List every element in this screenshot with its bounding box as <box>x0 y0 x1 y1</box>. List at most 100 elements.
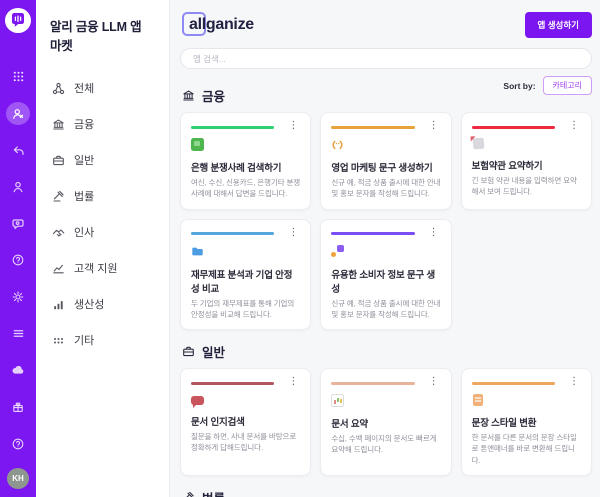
orange-doc-icon <box>473 394 483 406</box>
red-chat-icon <box>191 396 204 405</box>
help-circle-icon[interactable] <box>6 432 30 455</box>
app-card[interactable]: ⋮ 영업 마케팅 문구 생성하기 신규 예, 적금 상품 출시에 대한 안내 및… <box>320 112 451 210</box>
sidebar-item-productivity[interactable]: 생산성 <box>36 286 169 322</box>
app-card[interactable]: ⋮ 보험약관 요약하기 긴 보험 약관 내용을 입력하면 요약해서 보여 드립니… <box>461 112 592 210</box>
sidebar-item-label: 기타 <box>74 332 94 348</box>
allganize-bubble-logo-icon[interactable] <box>5 8 31 33</box>
user-icon[interactable] <box>6 176 30 199</box>
card-description: 두 기업의 재무제표를 통해 기업의 안정성을 비교해 드립니다. <box>191 298 300 321</box>
create-app-button[interactable]: 앱 생성하기 <box>525 12 592 38</box>
open-hands-icon <box>331 138 344 151</box>
briefcase-icon <box>182 345 195 358</box>
card-accent-bar <box>331 232 414 235</box>
app-rail: KH <box>0 0 36 497</box>
user-avatar[interactable]: KH <box>7 468 29 489</box>
sidebar-item-label: 금융 <box>74 116 94 132</box>
shapes-icon <box>331 245 344 258</box>
handshake-icon <box>52 226 65 239</box>
grid-dots-icon <box>52 334 65 347</box>
card-menu-button[interactable]: ⋮ <box>286 228 300 238</box>
card-accent-bar <box>472 382 555 385</box>
reply-arrow-icon[interactable] <box>6 139 30 162</box>
card-description: 질문을 하면, 사내 문서를 바탕으로 정확하게 답해드립니다. <box>191 431 300 454</box>
card-title: 문서 요약 <box>331 416 440 430</box>
card-menu-button[interactable]: ⋮ <box>427 377 441 387</box>
section-title: 일반 <box>202 342 225 361</box>
sidebar-item-general[interactable]: 일반 <box>36 142 169 178</box>
card-description: 신규 예, 적금 상품 출시에 대한 안내 및 홍보 문자를 작성해 드립니다. <box>331 177 440 200</box>
section-title: 금융 <box>202 86 225 105</box>
app-card[interactable]: ⋮ 문서 요약 수십, 수백 페이지의 문서도 빠르게 요약해 드립니다. <box>320 368 451 476</box>
card-menu-button[interactable]: ⋮ <box>567 377 581 387</box>
app-card[interactable]: ⋮ 유용한 소비자 정보 문구 생성 신규 예, 적금 상품 출시에 대한 안내… <box>320 219 451 331</box>
card-accent-bar <box>191 382 274 385</box>
sidebar-item-support[interactable]: 고객 지원 <box>36 250 169 286</box>
gift-icon[interactable] <box>6 396 30 419</box>
sort-by-label: Sort by: <box>503 81 535 91</box>
card-menu-button[interactable]: ⋮ <box>567 121 581 131</box>
ai-agent-icon[interactable] <box>6 102 30 125</box>
app-card[interactable]: ⋮ 문장 스타일 변환 한 문서를 다른 문서의 문장 스타일로 톤앤매너를 바… <box>461 368 592 476</box>
bar-chart-icon <box>52 298 65 311</box>
chart-doc-icon <box>331 394 344 407</box>
sidebar-item-finance[interactable]: 금융 <box>36 106 169 142</box>
sidebar-title: 알리 금융 LLM 앱 마켓 <box>36 14 169 70</box>
sidebar-item-label: 생산성 <box>74 296 104 312</box>
card-menu-button[interactable]: ⋮ <box>286 377 300 387</box>
apps-grid-icon[interactable] <box>6 66 30 89</box>
sidebar-item-other[interactable]: 기타 <box>36 322 169 358</box>
card-menu-button[interactable]: ⋮ <box>427 121 441 131</box>
general-card-grid: ⋮ 문서 인지검색 질문을 하면, 사내 문서를 바탕으로 정확하게 답해드립니… <box>180 368 592 476</box>
help-circle-icon[interactable] <box>6 249 30 272</box>
card-accent-bar <box>191 126 274 129</box>
sidebar-item-label: 전체 <box>74 80 94 96</box>
card-menu-button[interactable]: ⋮ <box>427 228 441 238</box>
sort-category-chip[interactable]: 카테고리 <box>543 76 592 95</box>
card-title: 보험약관 요약하기 <box>472 158 581 172</box>
chat-bubble-icon[interactable] <box>6 212 30 235</box>
app-root: KH 알리 금융 LLM 앱 마켓 전체 금융 일반 법률 인사 고객 지원 <box>0 0 600 497</box>
hamburger-menu-icon[interactable] <box>6 322 30 345</box>
app-search-input[interactable] <box>180 48 592 69</box>
card-description: 수십, 수백 페이지의 문서도 빠르게 요약해 드립니다. <box>331 433 440 456</box>
card-description: 신규 예, 적금 상품 출시에 대한 안내 및 홍보 문자를 작성해 드립니다. <box>331 298 440 321</box>
card-description: 한 문서를 다른 문서의 문장 스타일로 톤앤매너를 바로 변환해 드립니다. <box>472 432 581 466</box>
finance-card-grid: ⋮ 은행 분쟁사례 검색하기 여신, 수신, 신용카드, 은행기타 분쟁사례에 … <box>180 112 592 330</box>
app-card[interactable]: ⋮ 재무제표 분석과 기업 안정성 비교 두 기업의 재무제표를 통해 기업의 … <box>180 219 311 331</box>
briefcase-icon <box>52 154 65 167</box>
section-header-general: 일반 <box>182 342 592 361</box>
sidebar-item-hr[interactable]: 인사 <box>36 214 169 250</box>
logo-text: allganize <box>189 16 254 34</box>
card-accent-bar <box>331 382 414 385</box>
sidebar-item-label: 법률 <box>74 188 94 204</box>
topbar: allganize 앱 생성하기 <box>180 8 592 48</box>
allganize-logo: allganize <box>182 12 254 38</box>
cloud-status-icon[interactable] <box>6 359 30 382</box>
sidebar-item-legal[interactable]: 법률 <box>36 178 169 214</box>
card-title: 재무제표 분석과 기업 안정성 비교 <box>191 267 300 295</box>
section-header-legal: 법률 <box>182 488 592 497</box>
settings-gear-icon[interactable] <box>6 286 30 309</box>
green-book-icon <box>191 138 204 151</box>
card-accent-bar <box>472 126 555 129</box>
card-accent-bar <box>191 232 274 235</box>
card-description: 여신, 수신, 신용카드, 은행기타 분쟁사례에 대해서 답변을 드립니다. <box>191 177 300 200</box>
sidebar-item-all[interactable]: 전체 <box>36 70 169 106</box>
memo-pen-icon <box>472 138 484 150</box>
category-sidebar: 알리 금융 LLM 앱 마켓 전체 금융 일반 법률 인사 고객 지원 생산성 <box>36 0 170 497</box>
bank-icon <box>182 89 195 102</box>
sidebar-item-label: 고객 지원 <box>74 260 118 276</box>
card-title: 영업 마케팅 문구 생성하기 <box>331 160 440 174</box>
card-title: 유용한 소비자 정보 문구 생성 <box>331 267 440 295</box>
card-title: 은행 분쟁사례 검색하기 <box>191 160 300 174</box>
org-icon <box>52 82 65 95</box>
card-title: 문서 인지검색 <box>191 414 300 428</box>
app-card[interactable]: ⋮ 은행 분쟁사례 검색하기 여신, 수신, 신용카드, 은행기타 분쟁사례에 … <box>180 112 311 210</box>
card-menu-button[interactable]: ⋮ <box>286 121 300 131</box>
bank-icon <box>52 118 65 131</box>
sidebar-item-label: 일반 <box>74 152 94 168</box>
section-title: 법률 <box>202 488 225 497</box>
app-card[interactable]: ⋮ 문서 인지검색 질문을 하면, 사내 문서를 바탕으로 정확하게 답해드립니… <box>180 368 311 476</box>
main-content: allganize 앱 생성하기 Sort by: 카테고리 금융 ⋮ 은행 분… <box>170 0 600 497</box>
card-title: 문장 스타일 변환 <box>472 415 581 429</box>
